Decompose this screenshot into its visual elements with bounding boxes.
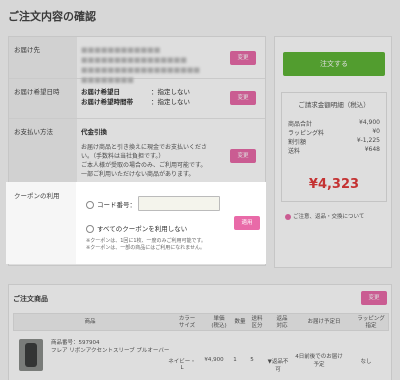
payment-label: お支払い方法 <box>9 119 77 182</box>
place-order-button[interactable]: 注文する <box>283 52 385 76</box>
coupon-code-input[interactable] <box>138 196 220 211</box>
delivery-label: お届け先 <box>9 37 77 78</box>
coupon-notes: ※クーポンは、1回に1枚、一度のみご利用可能です。 ※クーポンは、一部の商品には… <box>86 238 207 251</box>
header-price: 単価 (税込) <box>211 316 227 329</box>
cell-wrapping: なし <box>360 359 372 365</box>
order-summary-panel: 注文する ご請求金額明細（税込） 商品合計 ¥4,900 ラッピング料 ¥0 割引額… <box>274 36 392 268</box>
summary-row: 送料 ¥648 <box>288 146 380 155</box>
header-color-size: カラー サイズ <box>178 316 196 329</box>
header-shipping: 送料 区分 <box>251 316 263 329</box>
payment-row: お支払い方法 代金引換 お届け商品と引き換えに現金でお支払いくださ い。（手数料… <box>9 119 265 183</box>
page-title: ご注文内容の確認 <box>8 10 96 23</box>
product-name-block: 商品番号：597904 フレア リボンアクセントスリーブ プルオーバー <box>51 340 171 355</box>
header-returns: 返品 対応 <box>276 316 288 329</box>
change-delivery-date-button[interactable]: 変更 <box>230 91 256 105</box>
billing-title: ご請求金額明細（税込） <box>298 101 370 109</box>
cell-returns: ▼返品不可 <box>267 359 289 373</box>
product-name[interactable]: フレア リボンアクセントスリーブ プルオーバー <box>51 347 171 355</box>
header-wrapping: ラッピング 指定 <box>357 316 385 329</box>
coupon-code-option[interactable]: コード番号： <box>86 199 136 209</box>
cell-qty: 1 <box>233 357 237 363</box>
products-title: ご注文商品 <box>13 295 48 303</box>
products-table-header: 商品 カラー サイズ 単価 (税込) 数量 送料 区分 返品 対応 お届け予定日… <box>13 313 389 331</box>
header-qty: 数量 <box>234 319 246 325</box>
coupon-label: クーポンの利用 <box>6 182 76 264</box>
cell-price: ¥4,900 <box>204 357 224 363</box>
cell-shipping: 5 <box>250 357 254 363</box>
change-delivery-button[interactable]: 変更 <box>230 51 256 65</box>
product-thumbnail[interactable] <box>19 339 43 371</box>
change-payment-button[interactable]: 変更 <box>230 149 256 163</box>
coupon-code-radio[interactable] <box>86 201 94 209</box>
delivery-date-row: お届け希望日時 お届け希望日 ：指定しない お届け希望時間帯 ：指定しない 変更 <box>9 79 265 119</box>
delivery-date-details: お届け希望日 ：指定しない お届け希望時間帯 ：指定しない <box>81 88 190 106</box>
apply-coupon-button[interactable]: 適用 <box>234 216 260 230</box>
payment-details: 代金引換 お届け商品と引き換えに現金でお支払いくださ い。（手数料は当社負担です… <box>81 127 221 179</box>
bullet-icon <box>285 213 291 220</box>
billing-details-box: ご請求金額明細（税込） 商品合計 ¥4,900 ラッピング料 ¥0 割引額 ¥-1,2… <box>281 92 387 202</box>
summary-row: 商品合計 ¥4,900 <box>288 119 380 128</box>
summary-row: 割引額 ¥-1,225 <box>288 137 380 146</box>
cell-delivery-date: 4日前後でのお届け予定 <box>295 354 343 368</box>
header-delivery-date: お届け予定日 <box>307 319 341 325</box>
cell-color-size: ネイビー・L <box>168 359 196 371</box>
delivery-date-label: お届け希望日時 <box>9 79 77 118</box>
no-coupon-radio[interactable] <box>86 225 94 233</box>
change-products-button[interactable]: 変更 <box>361 291 387 305</box>
coupon-section: クーポンの利用 コード番号： すべてのクーポンを利用しない 適用 ※クーポンは、… <box>6 182 266 264</box>
no-coupon-option[interactable]: すべてのクーポンを利用しない <box>86 223 187 233</box>
ordered-products-panel: ご注文商品 変更 商品 カラー サイズ 単価 (税込) 数量 送料 区分 返品 … <box>8 284 392 380</box>
summary-row: ラッピング料 ¥0 <box>288 128 380 137</box>
total-amount: ¥4,323 <box>308 177 360 192</box>
payment-method: 代金引換 <box>81 128 107 136</box>
returns-notice-link[interactable]: ご注意、返品・交換について <box>285 212 364 220</box>
delivery-row: お届け先 ■■■■■■■■■■■■ ■■■■■■■■■■■■■■■■ ■■■■■… <box>9 37 265 84</box>
header-product: 商品 <box>84 319 96 325</box>
